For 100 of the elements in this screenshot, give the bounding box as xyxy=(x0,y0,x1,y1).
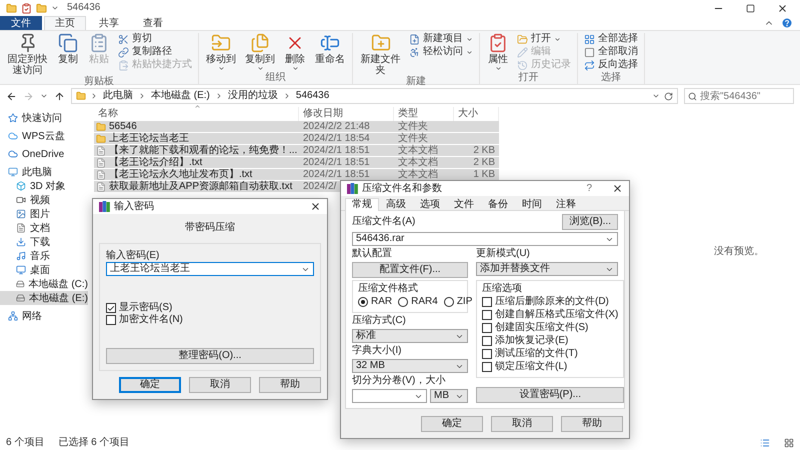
dialog-tab[interactable]: 时间 xyxy=(515,198,549,211)
dialog-tab[interactable]: 备份 xyxy=(481,198,515,211)
password-field[interactable]: 上老王论坛当老王 xyxy=(106,262,314,276)
ribbon-button[interactable]: 移动到 xyxy=(203,33,239,72)
nav-item[interactable]: 快速访问 xyxy=(0,111,88,125)
caret-icon[interactable] xyxy=(652,92,660,100)
field-label: 压缩文件名(A) xyxy=(352,216,416,228)
browse-button[interactable]: 浏览(B)... xyxy=(562,214,618,230)
archive-name-field[interactable]: 546436.rar xyxy=(352,232,618,246)
close-icon[interactable] xyxy=(310,201,321,212)
search-field[interactable]: 搜索"546436" xyxy=(684,88,794,104)
up-icon[interactable] xyxy=(54,90,65,102)
ribbon-button[interactable]: 复制 xyxy=(54,33,82,65)
checkbox[interactable] xyxy=(482,297,492,307)
ribbon-button[interactable]: 反向选择 xyxy=(582,59,640,71)
dialog-button[interactable]: 取消 xyxy=(491,416,553,432)
maximize-icon[interactable] xyxy=(746,4,755,12)
nav-item[interactable]: 本地磁盘 (E:) xyxy=(0,291,88,305)
radio-button[interactable] xyxy=(358,297,368,307)
tiles-view-icon[interactable] xyxy=(784,438,794,448)
nav-item[interactable]: 图片 xyxy=(0,207,88,221)
update-mode-dropdown[interactable]: 添加并替换文件 xyxy=(476,262,618,276)
file-row[interactable]: 【来了就能下载和观看的论坛，纯免费！... 2024/2/1 18:51 文本文档 2 KB xyxy=(94,145,499,157)
copy-icon xyxy=(58,33,78,53)
file-row[interactable]: 上老王论坛当老王 2024/2/1 18:54 文件夹 xyxy=(94,133,499,145)
nav-item[interactable]: 音乐 xyxy=(0,249,88,263)
split-size-field[interactable] xyxy=(352,389,427,403)
ribbon-button[interactable]: 重命名 xyxy=(312,33,348,65)
breadcrumb[interactable]: 546436 xyxy=(294,90,330,102)
radio-button[interactable] xyxy=(398,297,408,307)
nav-item[interactable]: 3D 对象 xyxy=(0,179,88,193)
help-button[interactable]: ? xyxy=(586,182,592,194)
dialog-tab[interactable]: 注释 xyxy=(549,198,583,211)
close-icon[interactable] xyxy=(612,183,623,194)
nav-item[interactable]: OneDrive xyxy=(0,147,88,161)
dialog-button[interactable]: 帮助 xyxy=(259,377,321,393)
back-icon[interactable] xyxy=(6,90,17,102)
ribbon-button[interactable]: 新建文件夹 xyxy=(357,33,404,76)
profiles-button[interactable]: 配置文件(F)... xyxy=(352,262,468,278)
dialog-button[interactable]: 确定 xyxy=(421,416,483,432)
method-dropdown[interactable]: 标准 xyxy=(352,329,468,343)
checkbox[interactable] xyxy=(482,362,492,372)
breadcrumb[interactable]: 没用的垃圾 xyxy=(226,90,279,102)
checkbox[interactable] xyxy=(482,349,492,359)
file-row[interactable]: 【老王论坛永久地址发布页】.txt 2024/2/1 18:51 文本文档 1 KB xyxy=(94,169,499,181)
checkbox[interactable] xyxy=(106,315,116,325)
ribbon-button[interactable]: 复制路径 xyxy=(116,46,194,58)
file-date: 2024/2/2 21:48 xyxy=(302,121,371,132)
ribbon-button[interactable]: 打开 xyxy=(515,33,573,45)
nav-item[interactable]: WPS云盘 xyxy=(0,129,88,143)
address-bar[interactable]: 此电脑 本地磁盘 (E:) 没用的垃圾 546436 xyxy=(71,88,678,104)
dictionary-dropdown[interactable]: 32 MB xyxy=(352,359,468,373)
help-icon[interactable] xyxy=(782,18,792,28)
ribbon-tab[interactable]: 主页 xyxy=(44,16,86,30)
dialog-button[interactable]: 取消 xyxy=(189,377,251,393)
ribbon-tab[interactable]: 查看 xyxy=(132,16,174,30)
ribbon-tab[interactable]: 文件 xyxy=(0,16,42,30)
nav-item[interactable]: 视频 xyxy=(0,193,88,207)
radio-label: RAR4 xyxy=(411,296,438,308)
checkbox[interactable] xyxy=(482,336,492,346)
ribbon-tab[interactable]: 共享 xyxy=(88,16,130,30)
radio-button[interactable] xyxy=(444,297,454,307)
organize-passwords-button[interactable]: 整理密码(O)... xyxy=(106,348,314,364)
nav-item[interactable]: 此电脑 xyxy=(0,165,88,179)
ribbon-button[interactable]: 新建项目 xyxy=(407,33,475,45)
files-icon xyxy=(250,33,270,53)
nav-item[interactable]: 本地磁盘 (C:) xyxy=(0,277,88,291)
checkbox[interactable] xyxy=(482,310,492,320)
breadcrumb[interactable]: 本地磁盘 (E:) xyxy=(150,90,211,102)
nav-item[interactable]: 下载 xyxy=(0,235,88,249)
unit-dropdown[interactable]: MB xyxy=(430,389,468,403)
close-icon[interactable] xyxy=(777,2,788,14)
dialog-button[interactable]: 确定 xyxy=(119,377,181,393)
file-row[interactable]: 56546 2024/2/2 21:48 文件夹 xyxy=(94,121,499,133)
checkbox[interactable] xyxy=(482,323,492,333)
dialog-tab[interactable]: 文件 xyxy=(447,198,481,211)
ribbon-button[interactable]: 剪切 xyxy=(116,33,194,45)
file-row[interactable]: 【老王论坛介绍】.txt 2024/2/1 18:51 文本文档 2 KB xyxy=(94,157,499,169)
clipboard-icon xyxy=(89,33,109,53)
ribbon-button[interactable]: 轻松访问 xyxy=(407,46,475,58)
radio-label: ZIP xyxy=(456,296,472,308)
refresh-icon[interactable] xyxy=(664,92,673,100)
ribbon-button[interactable]: 属性 xyxy=(484,33,512,72)
dialog-tab[interactable]: 常规 xyxy=(345,198,379,211)
ribbon-button[interactable]: 删除 xyxy=(281,33,309,72)
dialog-button[interactable]: 帮助 xyxy=(561,416,623,432)
checkbox[interactable] xyxy=(106,303,116,313)
details-view-icon[interactable] xyxy=(760,438,770,448)
nav-item[interactable]: 文档 xyxy=(0,221,88,235)
dialog-tab[interactable]: 高级 xyxy=(379,198,413,211)
dialog-tab[interactable]: 选项 xyxy=(413,198,447,211)
set-password-button[interactable]: 设置密码(P)... xyxy=(476,387,624,403)
caret-icon[interactable] xyxy=(40,92,48,100)
breadcrumb[interactable]: 此电脑 xyxy=(102,90,134,102)
ribbon-button[interactable]: 全部取消 xyxy=(582,46,640,58)
ribbon-button[interactable]: 固定到快速访问 xyxy=(4,33,51,76)
nav-item[interactable]: 网络 xyxy=(0,309,88,323)
nav-item[interactable]: 桌面 xyxy=(0,263,88,277)
ribbon-button[interactable]: 全部选择 xyxy=(582,33,640,45)
ribbon-button[interactable]: 复制到 xyxy=(242,33,278,72)
